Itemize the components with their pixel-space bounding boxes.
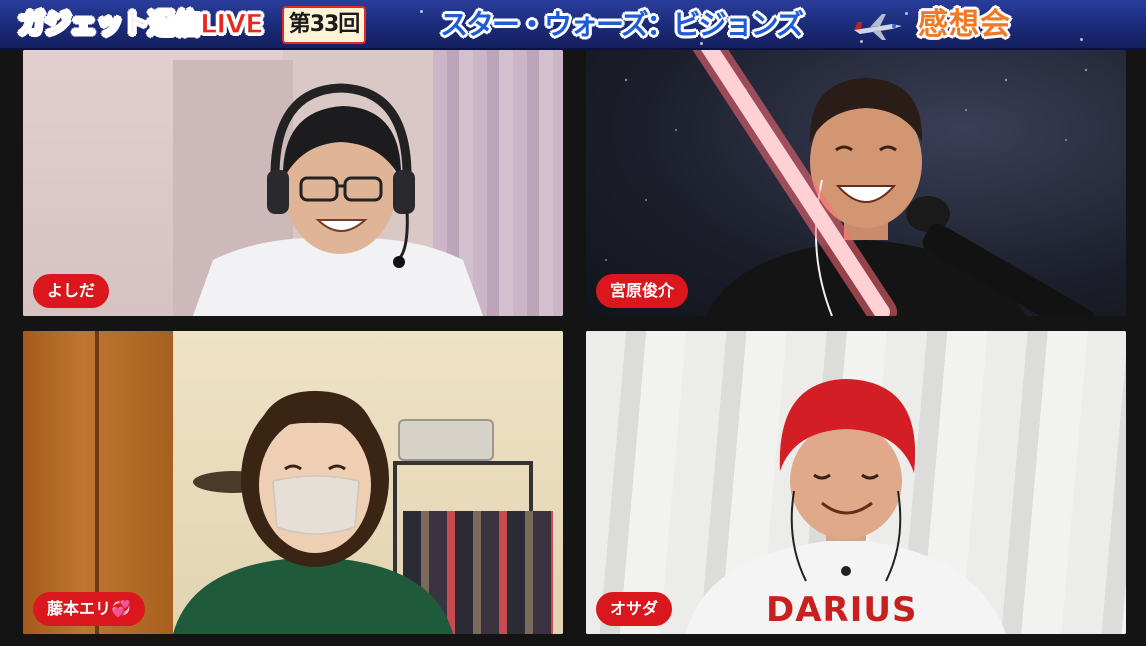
shirt-print: DARIUS: [766, 590, 917, 630]
video-tile-fujimoto[interactable]: 藤本エリ💞: [23, 331, 563, 634]
participant-video-fujimoto: [173, 391, 453, 634]
video-tile-osada[interactable]: DARIUS オサダ: [586, 331, 1126, 634]
participant-name-tag: 藤本エリ💞: [33, 592, 145, 626]
topic-title: スター・ウォーズ：ビジョンズ: [440, 8, 804, 41]
participant-name-tag: オサダ: [596, 592, 673, 626]
show-name: ガジェット通信LIVE: [17, 8, 264, 40]
episode-badge: 第33回: [282, 6, 366, 44]
participant-video-yoshida: [193, 83, 483, 316]
video-tile-miyahara[interactable]: 宮原俊介: [586, 50, 1126, 316]
session-title: 感想会: [918, 7, 1011, 42]
header-banner: ガジェット通信LIVE 第33回 スター・ウォーズ：ビジョンズ 感想会: [0, 0, 1146, 50]
participant-video-osada: DARIUS: [686, 379, 1006, 634]
video-tile-yoshida[interactable]: よしだ: [23, 50, 563, 316]
participant-name-tag: 宮原俊介: [596, 274, 689, 308]
wardrobe-seam: [95, 331, 99, 634]
participant-name-tag: よしだ: [33, 274, 110, 308]
fighter-jet-icon: [854, 14, 902, 40]
